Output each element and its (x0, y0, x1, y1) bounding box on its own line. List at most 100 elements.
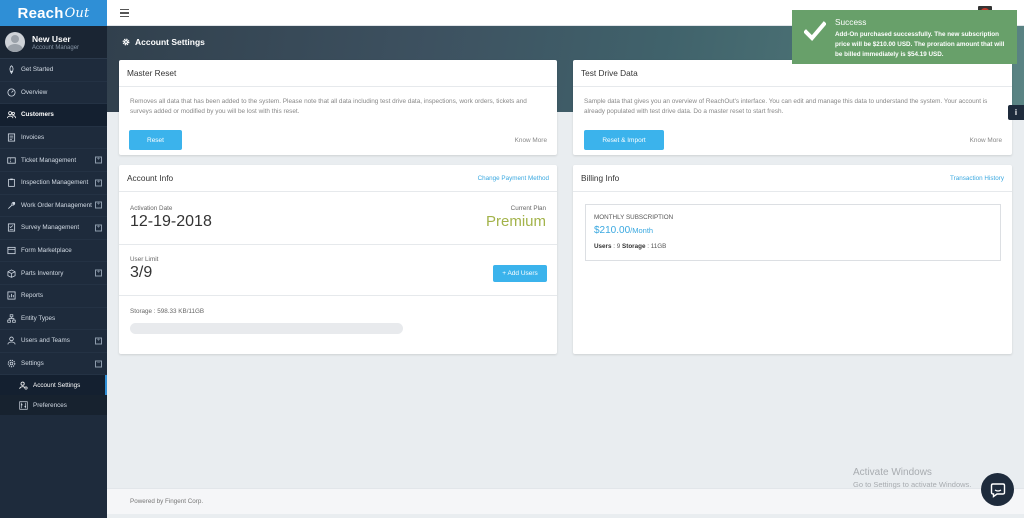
reset-button[interactable]: Reset (129, 130, 182, 150)
sidebar-item-label: Form Marketplace (21, 247, 72, 255)
storage-progress-bar (130, 323, 403, 334)
account-info-card: Account Info Change Payment Method Activ… (119, 165, 557, 354)
card-title: Test Drive Data (581, 68, 638, 78)
collapse-icon[interactable]: − (95, 360, 102, 368)
user-gear-icon (19, 381, 28, 390)
wrench-icon (7, 201, 16, 210)
brand-name: Reach (17, 4, 64, 22)
users-label: Users (594, 243, 612, 250)
watermark-title: Activate Windows (853, 467, 932, 478)
activate-windows-watermark: Activate Windows Go to Settings to activ… (853, 467, 971, 489)
footer: Powered by Fingent Corp. (107, 488, 1024, 514)
menu-icon[interactable] (120, 9, 129, 17)
card-header: Test Drive Data (573, 60, 1012, 87)
transaction-history-link[interactable]: Transaction History (950, 175, 1004, 182)
expand-icon[interactable]: + (95, 337, 102, 345)
sidebar-subitem-label: Preferences (33, 401, 67, 409)
sidebar-item-label: Work Order Management (21, 201, 92, 209)
know-more-link[interactable]: Know More (970, 137, 1002, 144)
activation-date-label: Activation Date (130, 205, 173, 212)
add-users-button[interactable]: + Add Users (493, 265, 547, 282)
sidebar-item-label: Entity Types (21, 314, 56, 322)
test-drive-card: Test Drive Data Sample data that gives y… (573, 60, 1012, 155)
sidebar-item-label: Survey Management (21, 224, 80, 232)
sidebar-nav: Get Started Overview Customers Invoices … (0, 59, 107, 376)
expand-icon[interactable]: + (95, 156, 102, 164)
sidebar-item-settings[interactable]: Settings − (0, 352, 107, 376)
sidebar: Reach Out New User Account Manager Get St… (0, 0, 107, 518)
user-name: New User (32, 33, 71, 44)
current-plan-value: Premium (485, 213, 546, 230)
sidebar-item-parts-inventory[interactable]: Parts Inventory + (0, 262, 107, 285)
sidebar-item-users-and-teams[interactable]: Users and Teams + (0, 330, 107, 353)
page-title: Account Settings (122, 37, 205, 47)
gear-icon (7, 359, 16, 368)
gear-icon (122, 38, 130, 46)
ticket-icon (7, 156, 16, 165)
expand-icon[interactable]: + (95, 269, 102, 277)
sidebar-item-entity-types[interactable]: Entity Types (0, 308, 107, 331)
divider (119, 244, 557, 245)
storage-label: Storage : 598.33 KB/11GB (130, 308, 205, 315)
sidebar-item-get-started[interactable]: Get Started (0, 59, 107, 82)
watermark-subtitle: Go to Settings to activate Windows. (853, 480, 972, 489)
sidebar-subitem-account-settings[interactable]: Account Settings (0, 375, 107, 396)
card-description: Sample data that gives you an overview o… (584, 98, 988, 115)
user-limit-value: 3/9 (130, 264, 153, 281)
sidebar-subitem-preferences[interactable]: Preferences (0, 395, 107, 416)
sidebar-item-label: Users and Teams (21, 337, 70, 345)
sidebar-item-ticket-management[interactable]: Ticket Management + (0, 149, 107, 172)
info-icon[interactable]: i (1008, 105, 1024, 120)
price-period: /Month (630, 226, 654, 235)
footer-text: Powered by Fingent Corp. (130, 498, 204, 505)
sidebar-item-reports[interactable]: Reports (0, 285, 107, 308)
sidebar-item-invoices[interactable]: Invoices (0, 127, 107, 150)
expand-icon[interactable]: + (95, 201, 102, 209)
reset-and-import-button[interactable]: Reset & Import (584, 130, 664, 150)
sidebar-item-label: Overview (21, 88, 48, 96)
rocket-icon (7, 65, 16, 75)
checklist-icon (7, 223, 16, 232)
sidebar-item-label: Reports (21, 292, 44, 300)
sidebar-item-customers[interactable]: Customers (0, 104, 107, 127)
card-description: Removes all data that has been added to … (130, 98, 527, 115)
change-payment-method-link[interactable]: Change Payment Method (478, 175, 549, 182)
expand-icon[interactable]: + (95, 224, 102, 232)
brand-logo[interactable]: Reach Out (0, 0, 107, 26)
subscription-label: MONTHLY SUBSCRIPTION (594, 214, 674, 221)
expand-icon[interactable]: + (95, 179, 102, 187)
card-header: Billing Info Transaction History (573, 165, 1012, 192)
user-icon (7, 336, 16, 345)
sidebar-item-survey-management[interactable]: Survey Management + (0, 217, 107, 240)
sidebar-item-overview[interactable]: Overview (0, 82, 107, 105)
sidebar-item-inspection-management[interactable]: Inspection Management + (0, 172, 107, 195)
invoice-icon (7, 133, 16, 142)
user-profile[interactable]: New User Account Manager (0, 26, 107, 59)
sidebar-item-label: Customers (21, 111, 54, 119)
sidebar-item-label: Get Started (21, 66, 54, 74)
user-limit-label: User Limit (130, 256, 159, 263)
hierarchy-icon (7, 314, 16, 323)
divider (119, 295, 557, 296)
gauge-icon (7, 88, 16, 97)
sidebar-item-form-marketplace[interactable]: Form Marketplace (0, 240, 107, 263)
users-icon (7, 110, 16, 119)
card-title: Master Reset (127, 68, 177, 78)
chat-button[interactable] (981, 473, 1014, 506)
sidebar-item-label: Inspection Management (21, 179, 89, 187)
user-role: Account Manager (32, 44, 80, 51)
sidebar-item-work-order-management[interactable]: Work Order Management + (0, 195, 107, 218)
activation-date-value: 12-19-2018 (130, 213, 212, 230)
know-more-link[interactable]: Know More (515, 137, 547, 144)
box-icon (7, 269, 16, 278)
sidebar-subitem-label: Account Settings (33, 381, 81, 389)
success-toast[interactable]: Success Add-On purchased successfully. T… (792, 10, 1017, 64)
sliders-icon (19, 401, 28, 410)
checkmark-icon (804, 21, 826, 41)
subscription-price: $210.00/Month (594, 225, 653, 236)
billing-info-card: Billing Info Transaction History MONTHLY… (573, 165, 1012, 354)
users-value: : 9 (613, 243, 621, 250)
sidebar-item-label: Invoices (21, 134, 45, 142)
storage-label: Storage (622, 243, 646, 250)
card-title: Account Info (127, 173, 174, 183)
